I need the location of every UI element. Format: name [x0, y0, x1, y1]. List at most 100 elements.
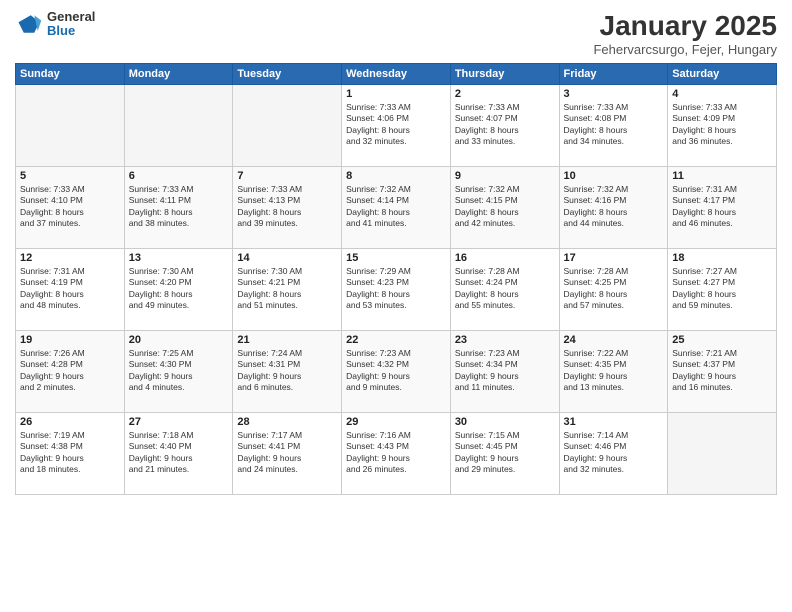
day-number: 12: [20, 252, 120, 264]
day-cell: 22 Sunrise: 7:23 AMSunset: 4:32 PMDayligh…: [342, 331, 451, 413]
week-row-1: 1 Sunrise: 7:33 AMSunset: 4:06 PMDaylight…: [16, 85, 777, 167]
week-row-3: 12 Sunrise: 7:31 AMSunset: 4:19 PMDayligh…: [16, 249, 777, 331]
day-cell: 23Sunrise: 7:23 AMSunset: 4:34 PMDayligh…: [450, 331, 559, 413]
day-info: Sunrise: 7:28 AMSunset: 4:24 PMDaylight:…: [455, 266, 555, 312]
location: Fehervarcsurgo, Fejer, Hungary: [593, 42, 777, 57]
day-cell: 12 Sunrise: 7:31 AMSunset: 4:19 PMDayligh…: [16, 249, 125, 331]
day-cell: 29 Sunrise: 7:16 AMSunset: 4:43 PMDayligh…: [342, 413, 451, 495]
day-number: 8: [346, 170, 446, 182]
day-number: 5: [20, 170, 120, 182]
day-cell: [668, 413, 777, 495]
week-row-2: 5 Sunrise: 7:33 AMSunset: 4:10 PMDaylight…: [16, 167, 777, 249]
day-info: Sunrise: 7:21 AMSunset: 4:37 PMDaylight:…: [672, 348, 772, 394]
day-number: 29: [346, 416, 446, 428]
day-info: Sunrise: 7:31 AMSunset: 4:17 PMDaylight:…: [672, 184, 772, 230]
day-cell: 21Sunrise: 7:24 AMSunset: 4:31 PMDayligh…: [233, 331, 342, 413]
logo-general: General: [47, 10, 95, 24]
day-info: Sunrise: 7:33 AMSunset: 4:13 PMDaylight:…: [237, 184, 337, 230]
day-info: Sunrise: 7:25 AMSunset: 4:30 PMDaylight:…: [129, 348, 229, 394]
day-cell: 9 Sunrise: 7:32 AMSunset: 4:15 PMDaylight…: [450, 167, 559, 249]
day-info: Sunrise: 7:30 AMSunset: 4:20 PMDaylight:…: [129, 266, 229, 312]
calendar: SundayMondayTuesdayWednesdayThursdayFrid…: [15, 63, 777, 495]
day-cell: 27Sunrise: 7:18 AMSunset: 4:40 PMDayligh…: [124, 413, 233, 495]
day-number: 20: [129, 334, 229, 346]
weekday-header-wednesday: Wednesday: [342, 64, 451, 85]
logo-blue: Blue: [47, 24, 95, 38]
day-info: Sunrise: 7:19 AMSunset: 4:38 PMDaylight:…: [20, 430, 120, 476]
day-info: Sunrise: 7:33 AMSunset: 4:06 PMDaylight:…: [346, 102, 446, 148]
day-number: 13: [129, 252, 229, 264]
day-number: 19: [20, 334, 120, 346]
day-cell: 28 Sunrise: 7:17 AMSunset: 4:41 PMDayligh…: [233, 413, 342, 495]
day-cell: 8 Sunrise: 7:32 AMSunset: 4:14 PMDaylight…: [342, 167, 451, 249]
weekday-header-sunday: Sunday: [16, 64, 125, 85]
weekday-header-friday: Friday: [559, 64, 668, 85]
weekday-header-row: SundayMondayTuesdayWednesdayThursdayFrid…: [16, 64, 777, 85]
day-info: Sunrise: 7:33 AMSunset: 4:09 PMDaylight:…: [672, 102, 772, 148]
day-number: 18: [672, 252, 772, 264]
day-number: 17: [564, 252, 664, 264]
day-cell: [16, 85, 125, 167]
day-info: Sunrise: 7:26 AMSunset: 4:28 PMDaylight:…: [20, 348, 120, 394]
day-number: 27: [129, 416, 229, 428]
day-info: Sunrise: 7:29 AMSunset: 4:23 PMDaylight:…: [346, 266, 446, 312]
day-info: Sunrise: 7:22 AMSunset: 4:35 PMDaylight:…: [564, 348, 664, 394]
day-cell: 1 Sunrise: 7:33 AMSunset: 4:06 PMDaylight…: [342, 85, 451, 167]
day-cell: [233, 85, 342, 167]
day-info: Sunrise: 7:14 AMSunset: 4:46 PMDaylight:…: [564, 430, 664, 476]
day-info: Sunrise: 7:33 AMSunset: 4:07 PMDaylight:…: [455, 102, 555, 148]
day-info: Sunrise: 7:17 AMSunset: 4:41 PMDaylight:…: [237, 430, 337, 476]
day-info: Sunrise: 7:33 AMSunset: 4:08 PMDaylight:…: [564, 102, 664, 148]
day-cell: 2 Sunrise: 7:33 AMSunset: 4:07 PMDaylight…: [450, 85, 559, 167]
day-info: Sunrise: 7:15 AMSunset: 4:45 PMDaylight:…: [455, 430, 555, 476]
day-number: 1: [346, 88, 446, 100]
day-cell: 26Sunrise: 7:19 AMSunset: 4:38 PMDayligh…: [16, 413, 125, 495]
logo: General Blue: [15, 10, 95, 39]
day-cell: 18 Sunrise: 7:27 AMSunset: 4:27 PMDayligh…: [668, 249, 777, 331]
day-cell: 7 Sunrise: 7:33 AMSunset: 4:13 PMDaylight…: [233, 167, 342, 249]
day-info: Sunrise: 7:32 AMSunset: 4:14 PMDaylight:…: [346, 184, 446, 230]
day-number: 11: [672, 170, 772, 182]
day-number: 24: [564, 334, 664, 346]
day-cell: 15 Sunrise: 7:29 AMSunset: 4:23 PMDayligh…: [342, 249, 451, 331]
day-number: 21: [237, 334, 337, 346]
logo-icon: [15, 10, 43, 38]
day-cell: 16Sunrise: 7:28 AMSunset: 4:24 PMDayligh…: [450, 249, 559, 331]
day-number: 10: [564, 170, 664, 182]
day-number: 9: [455, 170, 555, 182]
day-cell: 17Sunrise: 7:28 AMSunset: 4:25 PMDayligh…: [559, 249, 668, 331]
week-row-4: 19 Sunrise: 7:26 AMSunset: 4:28 PMDayligh…: [16, 331, 777, 413]
day-info: Sunrise: 7:23 AMSunset: 4:32 PMDaylight:…: [346, 348, 446, 394]
day-cell: 6Sunrise: 7:33 AMSunset: 4:11 PMDaylight…: [124, 167, 233, 249]
day-number: 7: [237, 170, 337, 182]
day-cell: 24 Sunrise: 7:22 AMSunset: 4:35 PMDayligh…: [559, 331, 668, 413]
weekday-header-thursday: Thursday: [450, 64, 559, 85]
week-row-5: 26Sunrise: 7:19 AMSunset: 4:38 PMDayligh…: [16, 413, 777, 495]
day-cell: 20 Sunrise: 7:25 AMSunset: 4:30 PMDayligh…: [124, 331, 233, 413]
day-number: 23: [455, 334, 555, 346]
day-info: Sunrise: 7:33 AMSunset: 4:11 PMDaylight:…: [129, 184, 229, 230]
day-info: Sunrise: 7:33 AMSunset: 4:10 PMDaylight:…: [20, 184, 120, 230]
day-info: Sunrise: 7:32 AMSunset: 4:15 PMDaylight:…: [455, 184, 555, 230]
weekday-header-saturday: Saturday: [668, 64, 777, 85]
logo-text: General Blue: [47, 10, 95, 39]
day-number: 28: [237, 416, 337, 428]
day-number: 4: [672, 88, 772, 100]
day-cell: 19 Sunrise: 7:26 AMSunset: 4:28 PMDayligh…: [16, 331, 125, 413]
day-info: Sunrise: 7:31 AMSunset: 4:19 PMDaylight:…: [20, 266, 120, 312]
day-number: 22: [346, 334, 446, 346]
day-cell: 11 Sunrise: 7:31 AMSunset: 4:17 PMDayligh…: [668, 167, 777, 249]
day-info: Sunrise: 7:16 AMSunset: 4:43 PMDaylight:…: [346, 430, 446, 476]
header: General Blue January 2025 Fehervarcsurgo…: [15, 10, 777, 57]
title-block: January 2025 Fehervarcsurgo, Fejer, Hung…: [593, 10, 777, 57]
day-number: 2: [455, 88, 555, 100]
day-number: 15: [346, 252, 446, 264]
day-cell: [124, 85, 233, 167]
day-info: Sunrise: 7:32 AMSunset: 4:16 PMDaylight:…: [564, 184, 664, 230]
day-cell: 30 Sunrise: 7:15 AMSunset: 4:45 PMDayligh…: [450, 413, 559, 495]
day-info: Sunrise: 7:27 AMSunset: 4:27 PMDaylight:…: [672, 266, 772, 312]
day-number: 30: [455, 416, 555, 428]
weekday-header-tuesday: Tuesday: [233, 64, 342, 85]
day-cell: 4 Sunrise: 7:33 AMSunset: 4:09 PMDaylight…: [668, 85, 777, 167]
day-number: 14: [237, 252, 337, 264]
